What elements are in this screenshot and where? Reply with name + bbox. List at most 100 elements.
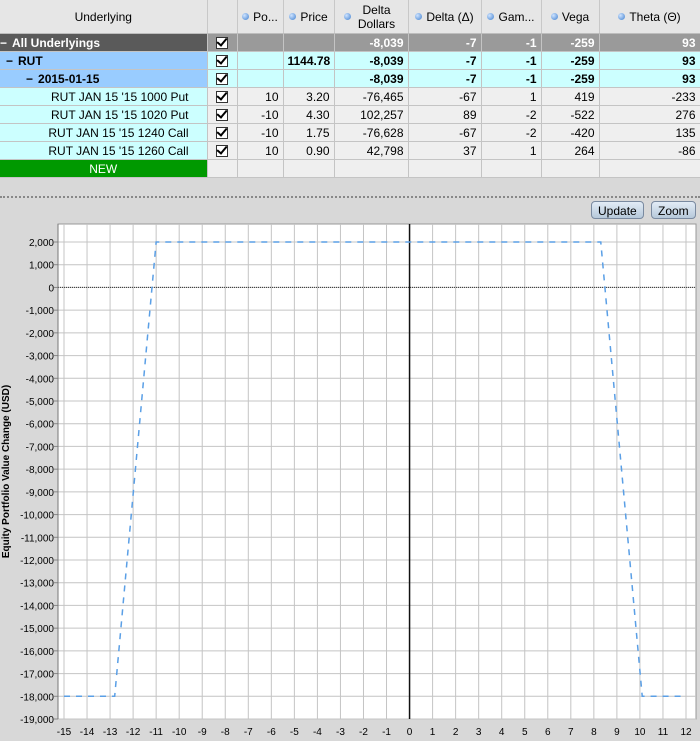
cell-delta: -7 [408, 33, 482, 52]
column-header-6[interactable]: Gam... [481, 0, 542, 34]
cell-price: 1144.78 [283, 51, 335, 70]
x-tick-label: -15 [57, 727, 72, 738]
y-tick-label: 1,000 [29, 261, 54, 272]
cell-delta-dollars: -8,039 [334, 69, 409, 88]
y-tick-label: -7,000 [26, 442, 55, 453]
row-label: RUT JAN 15 '15 1240 Call [48, 125, 189, 140]
row-label: RUT JAN 15 '15 1020 Put [51, 107, 189, 122]
y-tick-label: -2,000 [26, 329, 55, 340]
include-checkbox[interactable] [216, 37, 228, 50]
column-header-2[interactable]: Po... [237, 0, 284, 34]
column-header-3[interactable]: Price [283, 0, 335, 34]
empty-cell [283, 159, 335, 178]
cell-theta: 93 [599, 51, 700, 70]
empty-cell [541, 159, 600, 178]
column-header-label: Gam... [498, 9, 535, 24]
cell-price [283, 69, 335, 88]
include-checkbox[interactable] [216, 55, 228, 68]
x-tick-label: -3 [336, 727, 345, 738]
cell-position: -10 [237, 123, 284, 142]
collapse-icon[interactable]: − [26, 72, 33, 86]
row-label: 2015-01-15 [38, 71, 100, 86]
cell-vega: -259 [541, 33, 600, 52]
panel-splitter[interactable] [0, 196, 700, 198]
cell-delta: -67 [408, 87, 482, 106]
table-row[interactable]: −2015-01-15 -8,039 -7 -1 -259 93 [0, 69, 700, 88]
cell-gamma: -1 [481, 33, 542, 52]
row-label: RUT JAN 15 '15 1000 Put [51, 89, 189, 104]
x-tick-label: 7 [568, 727, 574, 738]
y-tick-label: -4,000 [26, 374, 55, 385]
cell-theta: 93 [599, 33, 700, 52]
plot-area [57, 223, 697, 720]
include-checkbox[interactable] [216, 91, 228, 104]
cell-theta: 276 [599, 105, 700, 124]
include-checkbox[interactable] [216, 127, 228, 140]
new-row[interactable]: NEW [0, 159, 700, 178]
row-name: RUT JAN 15 '15 1260 Call [0, 141, 208, 160]
column-header-5[interactable]: Delta (Δ) [408, 0, 482, 34]
y-tick-label: -6,000 [26, 420, 55, 431]
x-tick-label: -11 [149, 727, 163, 738]
sort-icon [618, 13, 626, 21]
table-row[interactable]: RUT JAN 15 '15 1240 Call -10 1.75 -76,628 -6… [0, 123, 700, 142]
sort-icon [343, 13, 351, 20]
x-tick-label: -5 [290, 727, 299, 738]
cell-price: 1.75 [283, 123, 335, 142]
include-checkbox[interactable] [216, 109, 228, 122]
cell-price: 3.20 [283, 87, 335, 106]
y-tick-label: -14,000 [20, 601, 54, 612]
cell-price [283, 33, 335, 52]
sort-icon [289, 13, 297, 21]
cell-delta-dollars: -8,039 [334, 51, 409, 70]
cell-gamma: -2 [481, 123, 542, 142]
include-checkbox-cell [207, 105, 238, 124]
cell-delta-dollars: -76,465 [334, 87, 409, 106]
y-tick-label: -9,000 [26, 488, 55, 499]
y-tick-label: -10,000 [20, 511, 54, 522]
cell-vega: -522 [541, 105, 600, 124]
y-tick-label: -3,000 [26, 352, 55, 363]
table-row[interactable]: RUT JAN 15 '15 1260 Call 10 0.90 42,798 37 1 2… [0, 141, 700, 160]
y-tick-label: -1,000 [26, 306, 55, 317]
x-tick-label: 2 [453, 727, 459, 738]
table-row[interactable]: RUT JAN 15 '15 1000 Put 10 3.20 -76,465 -67 1… [0, 87, 700, 106]
column-header-label: Delta Dollars [357, 2, 396, 31]
empty-cell [207, 159, 238, 178]
column-header-1[interactable] [207, 0, 238, 34]
table-row[interactable]: − All Underlyings -8,039 -7 -1 -259 93 [0, 33, 700, 52]
x-tick-label: -4 [313, 727, 322, 738]
column-header-0[interactable]: Underlying [0, 0, 208, 34]
column-header-7[interactable]: Vega [541, 0, 600, 34]
collapse-icon[interactable]: − [0, 36, 7, 50]
update-button[interactable]: Update [591, 201, 644, 219]
cell-vega: 264 [541, 141, 600, 160]
new-row-button[interactable]: NEW [0, 159, 208, 178]
cell-gamma: 1 [481, 87, 542, 106]
include-checkbox-cell [207, 51, 238, 70]
y-tick-label: -17,000 [20, 670, 54, 681]
row-name: RUT JAN 15 '15 1000 Put [0, 87, 208, 106]
empty-cell [481, 159, 542, 178]
cell-delta-dollars: 102,257 [334, 105, 409, 124]
y-tick-label: -16,000 [20, 647, 54, 658]
cell-gamma: -1 [481, 51, 542, 70]
include-checkbox[interactable] [216, 145, 228, 158]
include-checkbox-cell [207, 141, 238, 160]
column-header-4[interactable]: Delta Dollars [334, 0, 409, 34]
collapse-icon[interactable]: − [6, 54, 13, 68]
cell-delta: 37 [408, 141, 482, 160]
include-checkbox[interactable] [216, 73, 228, 86]
column-header-8[interactable]: Theta (Θ) [599, 0, 700, 34]
cell-price: 0.90 [283, 141, 335, 160]
table-row[interactable]: − RUT 1144.78 -8,039 -7 -1 -259 93 [0, 51, 700, 70]
x-tick-label: -14 [80, 727, 95, 738]
x-tick-label: -13 [103, 727, 118, 738]
row-name: −2015-01-15 [0, 69, 208, 88]
zoom-button[interactable]: Zoom [651, 201, 696, 219]
row-name: − RUT [0, 51, 208, 70]
x-tick-label: -6 [267, 727, 276, 738]
x-tick-label: -10 [172, 727, 187, 738]
sort-icon [415, 13, 423, 21]
table-row[interactable]: RUT JAN 15 '15 1020 Put -10 4.30 102,257 89-… [0, 105, 700, 124]
